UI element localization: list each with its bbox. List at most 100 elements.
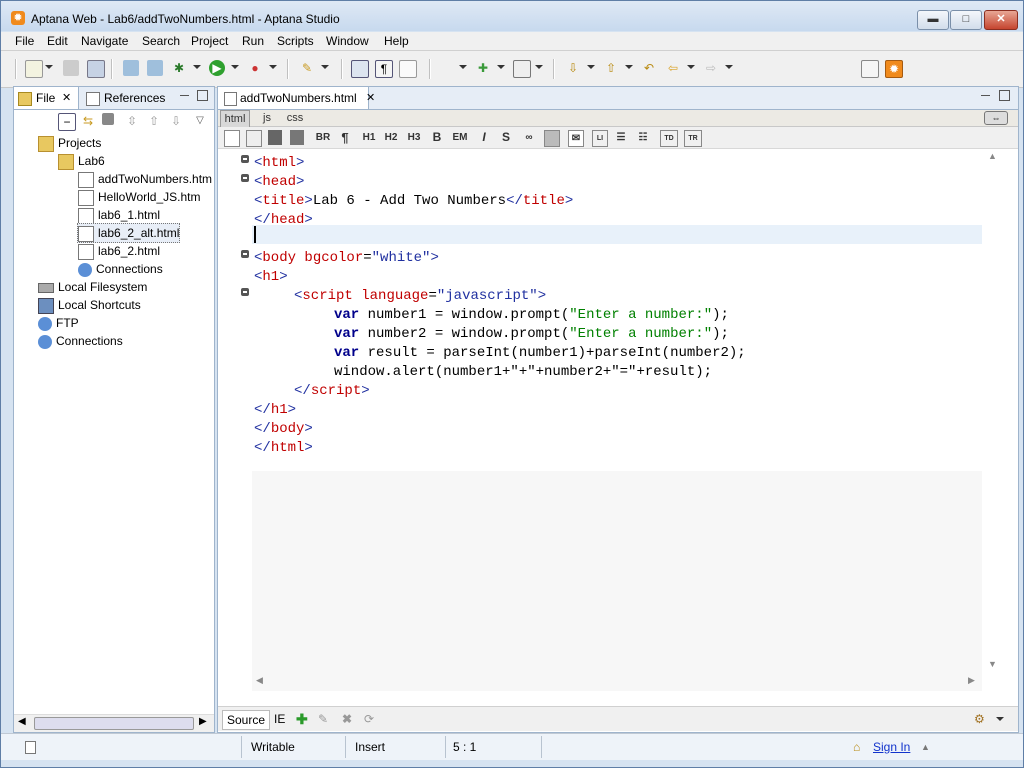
br-button[interactable]: BR <box>314 130 332 145</box>
back-arrow-icon[interactable]: ⇦ <box>665 60 681 76</box>
open-type-icon[interactable] <box>123 60 139 76</box>
strike-button[interactable]: S <box>500 130 512 145</box>
italic-button[interactable]: I <box>478 130 490 145</box>
next-annotation-icon[interactable]: ⇩ <box>565 60 581 76</box>
fast-view-icon[interactable] <box>25 734 39 760</box>
maximize-view-icon[interactable] <box>999 90 1010 101</box>
frame-icon[interactable] <box>246 130 262 147</box>
wand-icon[interactable]: ✎ <box>299 60 315 76</box>
subtab-html[interactable]: html <box>220 110 250 128</box>
delete-icon[interactable]: ✖ <box>342 710 352 728</box>
save-icon[interactable] <box>63 60 79 76</box>
chevron-down-icon[interactable] <box>687 65 695 69</box>
up-icon[interactable]: ⇧ <box>146 113 162 129</box>
tab-addtwonumbers[interactable]: addTwoNumbers.html ✕ <box>218 87 369 109</box>
gear-icon[interactable]: ⚙ <box>974 710 985 728</box>
tree-item-project-connections[interactable]: Connections <box>78 260 163 278</box>
block-icon[interactable] <box>290 130 304 145</box>
tab-ie[interactable]: IE <box>274 710 285 728</box>
toggle-mark-icon[interactable] <box>351 60 369 78</box>
tab-source[interactable]: Source <box>222 710 270 730</box>
tree-item-projects[interactable]: Projects <box>38 134 101 152</box>
open-resource-icon[interactable] <box>147 60 163 76</box>
chevron-down-icon[interactable] <box>497 65 505 69</box>
tree-item-local-filesystem[interactable]: Local Filesystem <box>38 278 147 296</box>
unordered-list-icon[interactable]: ☷ <box>636 130 650 145</box>
scroll-right-icon[interactable]: ▶ <box>199 716 207 727</box>
scroll-left-icon[interactable]: ◀ <box>256 675 263 686</box>
aptana-perspective-icon[interactable]: ✹ <box>885 60 903 78</box>
menu-help[interactable]: Help <box>384 34 409 48</box>
sign-in-link[interactable]: Sign In <box>873 734 910 760</box>
close-icon[interactable]: ✕ <box>62 87 71 109</box>
fold-collapse-icon[interactable] <box>241 174 249 182</box>
chevron-down-icon[interactable] <box>321 65 329 69</box>
scroll-left-icon[interactable]: ◀ <box>18 716 26 727</box>
tab-file[interactable]: File ✕ <box>14 87 79 109</box>
menu-run[interactable]: Run <box>242 34 264 48</box>
edit-icon[interactable]: ✎ <box>318 710 328 728</box>
menu-file[interactable]: File <box>15 34 34 48</box>
minimize-view-icon[interactable] <box>180 95 189 97</box>
minimize-view-icon[interactable] <box>981 95 990 97</box>
menu-scripts[interactable]: Scripts <box>277 34 314 48</box>
scroll-right-icon[interactable]: ▶ <box>968 675 975 686</box>
tree-item-file-selected[interactable]: lab6_2_alt.html <box>77 223 180 243</box>
tree-item-file[interactable]: lab6_1.html <box>78 206 160 224</box>
image-icon[interactable] <box>544 130 560 147</box>
email-icon[interactable]: ✉ <box>568 130 584 147</box>
ordered-list-icon[interactable]: ☰ <box>614 130 628 145</box>
tree-item-lab6[interactable]: Lab6 <box>58 152 105 170</box>
stop-icon[interactable] <box>102 113 114 125</box>
tree-item-file[interactable]: lab6_2.html <box>78 242 160 260</box>
plugin-icon[interactable]: ✚ <box>475 60 491 76</box>
horizontal-scrollbar[interactable]: ◀ ▶ <box>14 714 214 732</box>
subtab-css[interactable]: css <box>284 110 306 126</box>
chevron-down-icon[interactable] <box>45 65 53 69</box>
split-view-icon[interactable]: ⇔ <box>984 111 1008 125</box>
chevron-down-icon[interactable] <box>269 65 277 69</box>
down-icon[interactable]: ⇩ <box>168 113 184 129</box>
scrollbar-thumb[interactable] <box>34 717 194 730</box>
fold-collapse-icon[interactable] <box>241 250 249 258</box>
link-icon[interactable]: ∞ <box>522 130 536 145</box>
menu-edit[interactable]: Edit <box>47 34 68 48</box>
tree-item-file[interactable]: HelloWorld_JS.htm <box>78 188 200 206</box>
chevron-down-icon[interactable] <box>587 65 595 69</box>
layer-icon[interactable] <box>268 130 282 145</box>
h1-button[interactable]: H1 <box>360 130 378 145</box>
open-perspective-icon[interactable] <box>861 60 879 78</box>
menu-project[interactable]: Project <box>191 34 228 48</box>
vertical-scrollbar[interactable]: ▲ ▼ <box>984 149 1002 692</box>
scroll-up-icon[interactable]: ▲ <box>988 151 997 161</box>
view-menu-icon[interactable]: ▽ <box>192 113 208 129</box>
close-icon[interactable]: ✕ <box>366 87 375 109</box>
scroll-down-icon[interactable]: ▼ <box>988 659 997 669</box>
tree-item-ftp[interactable]: FTP <box>38 314 79 332</box>
h3-button[interactable]: H3 <box>405 130 423 145</box>
table-data-icon[interactable]: TD <box>660 130 678 147</box>
previous-annotation-icon[interactable]: ⇧ <box>603 60 619 76</box>
window-icon[interactable] <box>513 60 531 78</box>
maximize-button[interactable]: □ <box>950 10 982 30</box>
forward-arrow-icon[interactable]: ⇨ <box>703 60 719 76</box>
table-row-icon[interactable]: TR <box>684 130 702 147</box>
subtab-js[interactable]: js <box>258 110 276 126</box>
external-tools-icon[interactable]: ● <box>247 60 263 76</box>
chevron-down-icon[interactable] <box>231 65 239 69</box>
run-icon[interactable]: ▶ <box>209 60 225 76</box>
editor-horizontal-scrollbar[interactable]: ◀ ▶ <box>252 675 982 689</box>
refresh-icon[interactable]: ⇳ <box>124 113 140 129</box>
chevron-down-icon[interactable] <box>459 65 467 69</box>
minimize-button[interactable]: ▬ <box>917 10 949 30</box>
chevron-down-icon[interactable] <box>725 65 733 69</box>
collapse-all-icon[interactable]: − <box>58 113 76 131</box>
tree-item-file[interactable]: addTwoNumbers.htm <box>78 170 212 188</box>
table-icon[interactable] <box>224 130 240 147</box>
menu-window[interactable]: Window <box>326 34 369 48</box>
menu-navigate[interactable]: Navigate <box>81 34 128 48</box>
chevron-down-icon[interactable] <box>996 717 1004 721</box>
fold-collapse-icon[interactable] <box>241 155 249 163</box>
chevron-down-icon[interactable] <box>193 65 201 69</box>
chevron-down-icon[interactable] <box>625 65 633 69</box>
